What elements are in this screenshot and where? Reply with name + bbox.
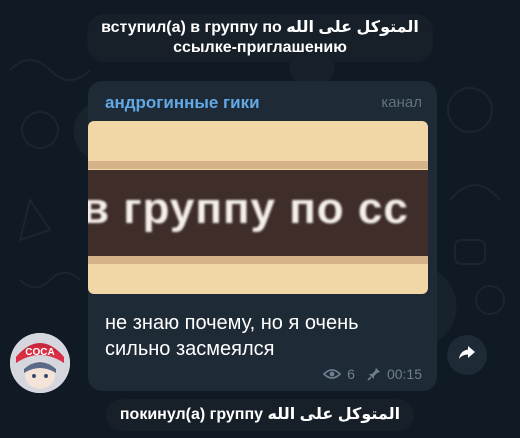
service-message-left: покинул(а) группу المتوكل على الله (105, 399, 415, 431)
pin-icon (367, 367, 381, 381)
eye-icon (323, 368, 342, 380)
service-message-line2: ссылке-приглашению (173, 39, 347, 56)
forwarded-message-bubble[interactable]: андрогинные гики канал в группу по сс не… (88, 81, 437, 391)
channel-name-link[interactable]: андрогинные гики (105, 93, 260, 113)
sender-avatar[interactable]: COCA (10, 333, 70, 393)
channel-badge: канал (381, 94, 422, 111)
photo-stripe-top (88, 161, 428, 169)
service-message-left-text: покинул(а) группу المتوكل على الله (119, 406, 401, 423)
avatar-cap-text: COCA (25, 347, 54, 358)
view-count: 6 (347, 366, 355, 382)
message-time: 00:15 (386, 366, 422, 382)
service-message-line1: вступил(а) в группу по المتوكل على الله (101, 19, 419, 36)
message-text: не знаю почему, но я очень сильно засмея… (105, 310, 359, 362)
service-message-joined: вступил(а) в группу по المتوكل على الله … (87, 14, 433, 62)
message-meta: 6 00:15 (323, 366, 422, 382)
photo-caption-text: в группу по сс (88, 184, 409, 233)
message-photo[interactable]: в группу по сс (88, 121, 428, 294)
photo-stripe-bottom (88, 256, 428, 264)
message-text-line2: сильно засмеялся (105, 338, 275, 360)
message-text-line1: не знаю почему, но я очень (105, 312, 359, 334)
forward-button[interactable] (447, 335, 487, 375)
share-arrow-icon (457, 344, 477, 367)
